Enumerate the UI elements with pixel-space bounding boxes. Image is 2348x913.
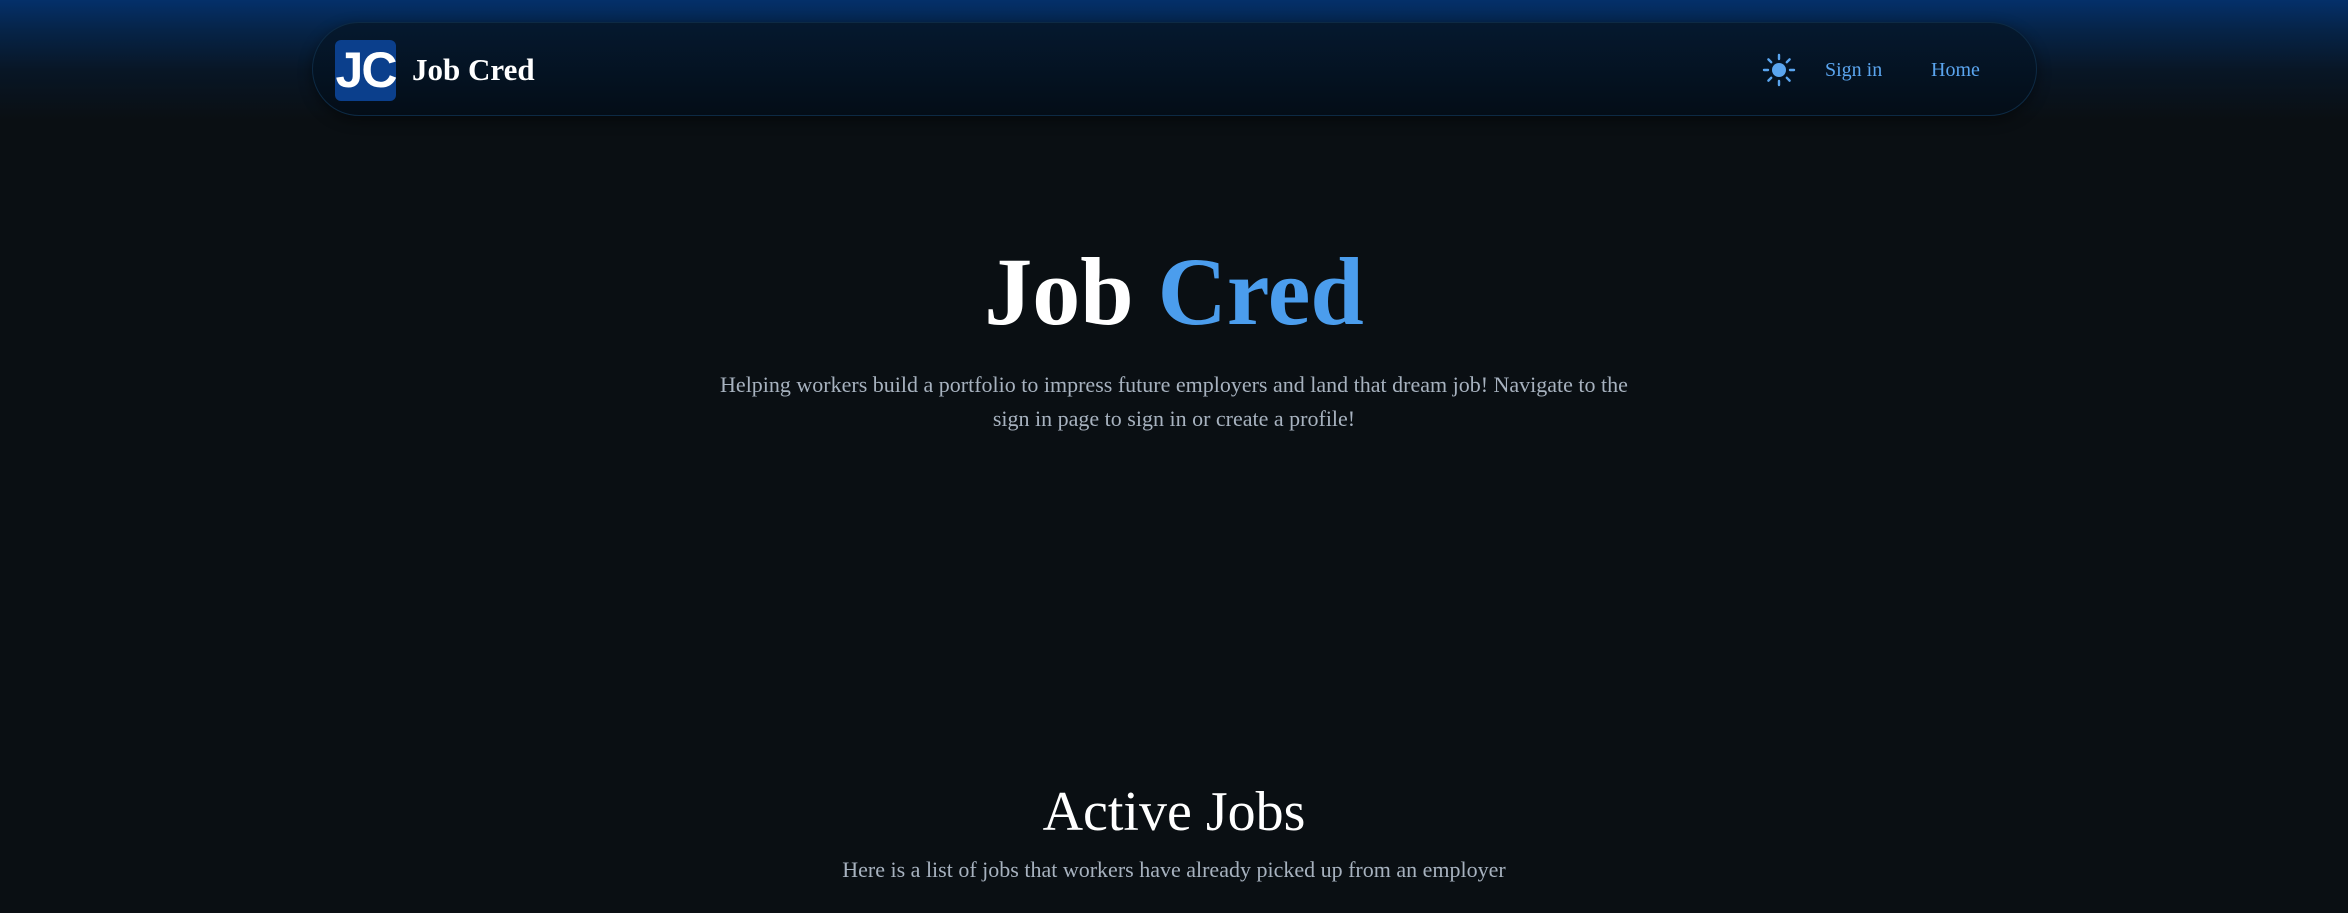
hero-title-part1: Job	[984, 238, 1134, 345]
navbar: JC Job Cred Sign in Home	[312, 22, 2037, 116]
hero-title: Job Cred	[0, 232, 2348, 352]
theme-toggle-button[interactable]	[1759, 50, 1799, 90]
nav-link-home[interactable]: Home	[1931, 55, 1980, 85]
active-jobs-description: Here is a list of jobs that workers have…	[842, 857, 1506, 882]
hero-title-accent: Cred	[1157, 238, 1364, 345]
sun-icon	[1762, 53, 1796, 87]
brand-name[interactable]: Job Cred	[412, 50, 535, 90]
nav-link-sign-in[interactable]: Sign in	[1825, 55, 1882, 85]
active-jobs-title: Active Jobs	[1042, 781, 1306, 843]
hero-description: Helping workers build a portfolio to imp…	[720, 372, 1628, 431]
brand-logo[interactable]: JC	[335, 40, 396, 101]
page: JC Job Cred Sign in Home Job Cred Helpin…	[0, 0, 2348, 913]
